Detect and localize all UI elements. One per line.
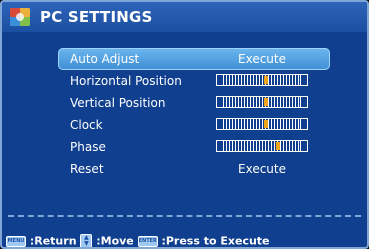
menu-item-label: Horizontal Position (70, 74, 182, 88)
menu-item-auto-adjust[interactable]: Auto Adjust Execute (58, 48, 330, 70)
return-hint: :Return (29, 234, 77, 248)
osd-window: PC SETTINGS Auto Adjust Execute Horizont… (0, 0, 369, 249)
vertical-position-slider[interactable] (216, 96, 308, 108)
menu-item-phase[interactable]: Phase (58, 136, 330, 158)
slider-indicator (263, 98, 268, 106)
execute-hint: :Press to Execute (161, 234, 270, 248)
header-bar: PC SETTINGS (2, 2, 367, 32)
menu-item-label: Clock (70, 118, 103, 132)
pc-settings-logo-icon (10, 8, 30, 26)
footer-hints: MENU :Return ▲ ▼ :Move ENTER :Press to Ex… (6, 234, 270, 248)
divider (8, 215, 361, 217)
slider-indicator (263, 76, 268, 84)
menu-key-icon: MENU (6, 235, 26, 247)
horizontal-position-slider[interactable] (216, 74, 308, 86)
menu-item-label: Phase (70, 140, 106, 154)
phase-slider[interactable] (216, 140, 308, 152)
up-down-key-icon: ▲ ▼ (80, 234, 93, 247)
move-hint: :Move (96, 234, 134, 248)
menu-item-clock[interactable]: Clock (58, 114, 330, 136)
menu-item-label: Auto Adjust (70, 52, 140, 66)
enter-key-icon: ENTER (137, 235, 158, 247)
page-title: PC SETTINGS (40, 8, 153, 26)
slider-indicator (263, 120, 268, 128)
menu-item-vertical-position[interactable]: Vertical Position (58, 92, 330, 114)
menu-item-value: Execute (238, 52, 286, 66)
menu-item-label: Vertical Position (70, 96, 166, 110)
menu-item-value: Execute (238, 162, 286, 176)
menu-item-label: Reset (70, 162, 104, 176)
menu-item-reset[interactable]: Reset Execute (58, 158, 330, 180)
clock-slider[interactable] (216, 118, 308, 130)
slider-indicator (276, 142, 281, 150)
menu-item-horizontal-position[interactable]: Horizontal Position (58, 70, 330, 92)
